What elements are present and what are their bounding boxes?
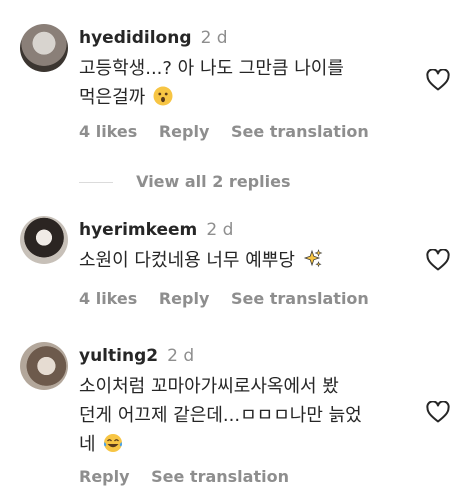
hushed-face-emoji-icon <box>153 86 173 106</box>
comment-actions: 4 likes Reply See translation <box>79 289 385 308</box>
comment-text: 고등학생...? 아 나도 그만큼 나이를 먹은걸까 <box>79 54 344 112</box>
avatar[interactable] <box>20 216 68 264</box>
avatar[interactable] <box>20 342 68 390</box>
replies-divider <box>79 182 113 183</box>
likes-count[interactable]: 4 likes <box>79 122 137 141</box>
see-translation-link[interactable]: See translation <box>231 289 369 308</box>
comment-text: 소이처럼 꼬마아가씨로사옥에서 봤 던게 어끄제 같은데...ㅁㅁㅁ나만 늙었 … <box>79 372 362 459</box>
heart-icon[interactable] <box>426 69 450 91</box>
likes-count[interactable]: 4 likes <box>79 289 137 308</box>
view-replies-link[interactable]: View all 2 replies <box>136 172 290 191</box>
comment-text-line: 소이처럼 꼬마아가씨로사옥에서 봤 <box>79 376 339 397</box>
timestamp[interactable]: 2 d <box>201 28 228 48</box>
comment-text-line: 고등학생...? 아 나도 그만큼 나이를 <box>79 58 344 79</box>
tears-of-joy-emoji-icon <box>104 434 123 452</box>
username[interactable]: hyedidilong <box>79 28 191 48</box>
sparkles-emoji-icon <box>303 249 323 268</box>
reply-button[interactable]: Reply <box>159 122 210 141</box>
comment-text: 소원이 다컸네용 너무 예뿌당 <box>79 246 323 275</box>
comment-actions: Reply See translation <box>79 467 305 486</box>
reply-button[interactable]: Reply <box>159 289 210 308</box>
timestamp[interactable]: 2 d <box>206 220 233 240</box>
see-translation-link[interactable]: See translation <box>151 467 289 486</box>
comment-actions: 4 likes Reply See translation <box>79 122 385 141</box>
comments-panel: hyedidilong 2 d 고등학생...? 아 나도 그만큼 나이를 먹은… <box>0 0 471 502</box>
heart-icon[interactable] <box>426 249 450 271</box>
reply-button[interactable]: Reply <box>79 467 130 486</box>
view-replies[interactable]: View all 2 replies <box>79 172 290 191</box>
username[interactable]: hyerimkeem <box>79 220 197 240</box>
timestamp[interactable]: 2 d <box>167 346 194 366</box>
see-translation-link[interactable]: See translation <box>231 122 369 141</box>
username[interactable]: yulting2 <box>79 346 158 366</box>
avatar[interactable] <box>20 24 68 72</box>
heart-icon[interactable] <box>426 401 450 423</box>
comment-text-line: 먹은걸까 <box>79 87 146 108</box>
comment-text-line: 소원이 다컸네용 너무 예뿌당 <box>79 250 295 271</box>
comment-text-line: 던게 어끄제 같은데...ㅁㅁㅁ나만 늙었 <box>79 405 362 426</box>
comment-text-line: 네 <box>79 434 96 455</box>
